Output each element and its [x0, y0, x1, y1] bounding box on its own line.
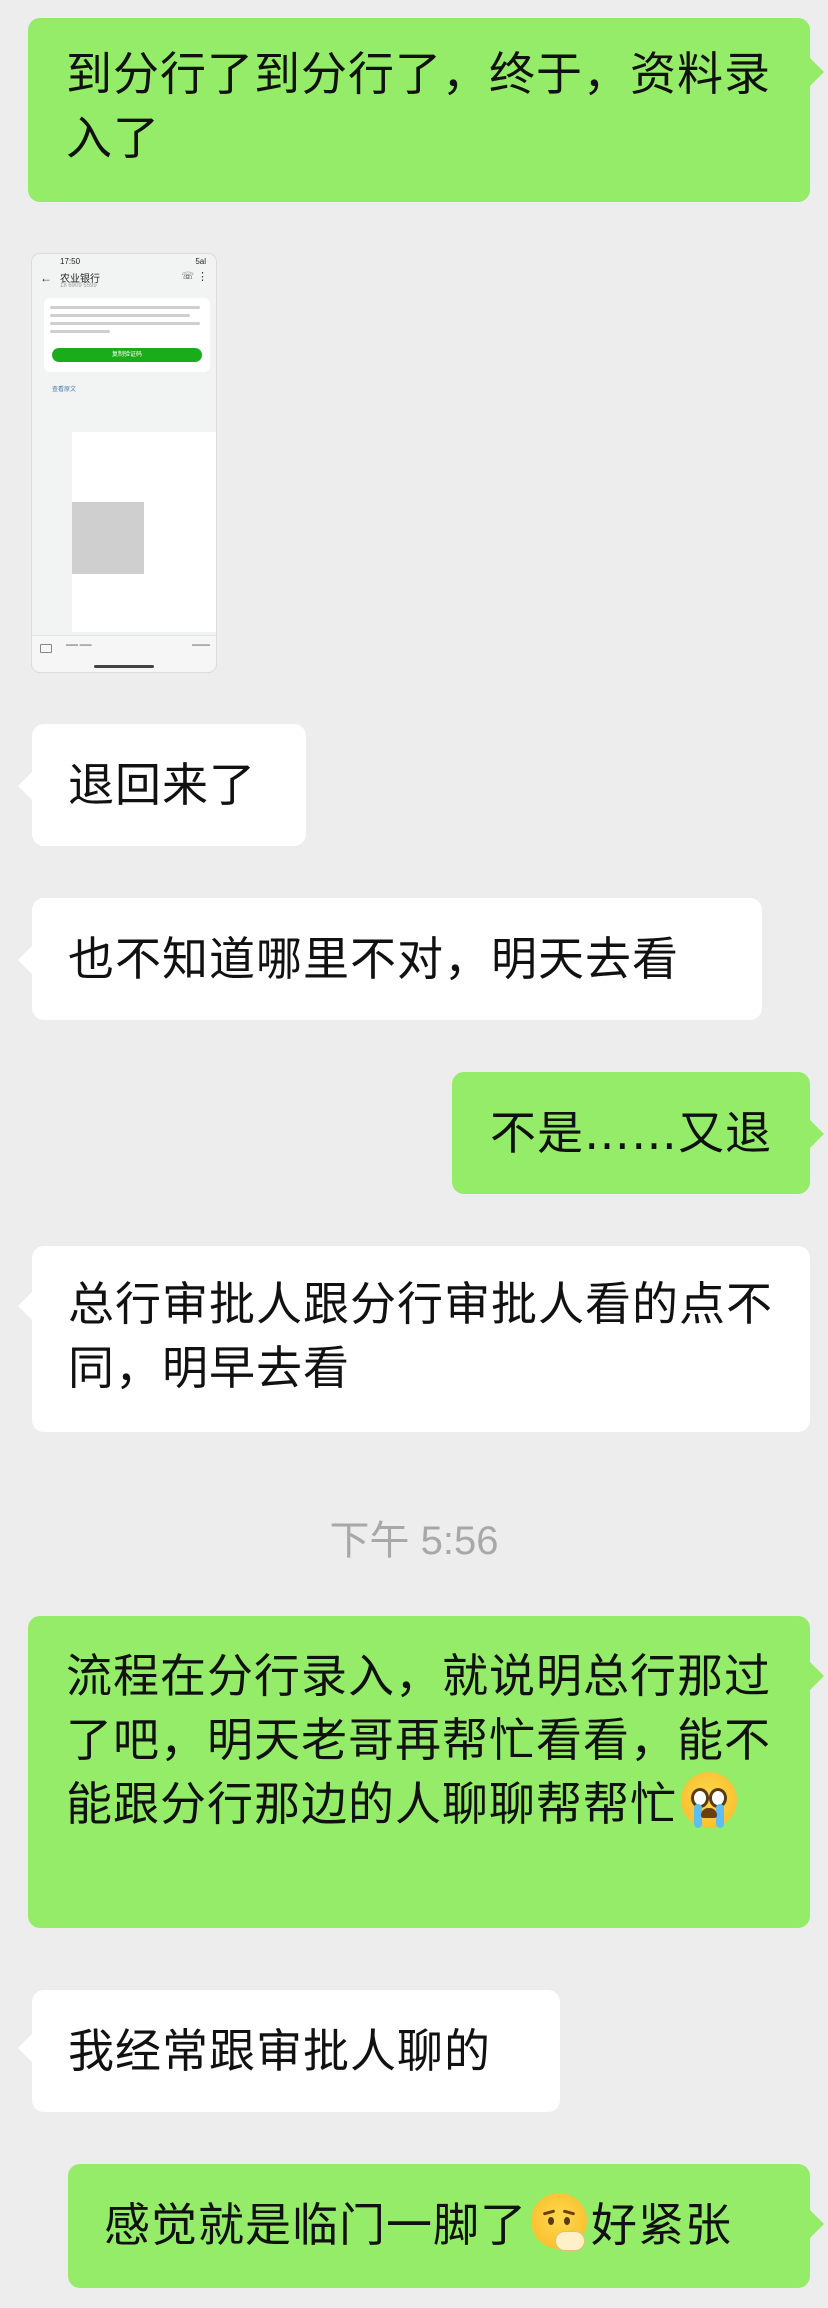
keyboard-icon [40, 644, 52, 653]
bubble-tail [18, 1292, 32, 1320]
back-arrow-icon: ← [40, 271, 52, 285]
message-text: 总行审批人跟分行审批人看的点不同，明早去看 [68, 1277, 773, 1395]
message-bubble-received[interactable]: 总行审批人跟分行审批人看的点不同，明早去看 [32, 1246, 810, 1432]
message-text: 也不知道哪里不对，明天去看 [68, 932, 679, 986]
message-text: 到分行了到分行了，终于，资料录入了 [66, 47, 771, 165]
message-bubble-sent[interactable]: 流程在分行录入，就说明总行那过了吧，明天老哥再帮忙看看，能不能跟分行那边的人聊聊… [28, 1616, 810, 1928]
message-text: 退回来了 [68, 758, 256, 812]
bubble-tail [810, 1662, 824, 1690]
thumb-input-hint: ▬▬ ▬▬ [66, 642, 92, 648]
thumb-signal: 5al [195, 257, 206, 266]
message-text: 流程在分行录入，就说明总行那过了吧，明天老哥再帮忙看看，能不能跟分行那边的人聊聊… [66, 1649, 771, 1831]
thumb-copy-button: 复制验证码 [52, 348, 202, 362]
thumb-home-indicator [94, 665, 154, 668]
more-icon: ⋮ [197, 271, 208, 283]
nervous-face-icon [531, 2193, 587, 2251]
bubble-tail [810, 1120, 824, 1148]
thumb-input-hint2: ▬▬▬ [192, 642, 210, 648]
phone-icon: ☏ [181, 271, 194, 282]
message-bubble-received[interactable]: 我经常跟审批人聊的 [32, 1990, 560, 2112]
bubble-tail [18, 946, 32, 974]
message-bubble-sent[interactable]: 感觉就是临门一脚了 好紧张 [68, 2164, 810, 2288]
thumb-grey-block [72, 502, 144, 574]
bubble-tail [810, 58, 824, 86]
message-text: 不是……又退 [490, 1106, 772, 1160]
thumb-sms-card: 复制验证码 [44, 298, 210, 372]
thumb-time: 17:50 [60, 257, 81, 266]
message-bubble-received[interactable]: 退回来了 [32, 724, 306, 846]
message-text-before: 感觉就是临门一脚了 [104, 2198, 527, 2252]
bubble-tail [810, 2210, 824, 2238]
message-bubble-received[interactable]: 也不知道哪里不对，明天去看 [32, 898, 762, 1020]
message-timestamp: 下午 5:56 [329, 1519, 499, 1563]
thumb-status-bar: 17:50 5al [32, 254, 216, 268]
message-text-after: 好紧张 [591, 2198, 732, 2252]
thumb-contact-number: 18 6909 5599 [60, 283, 97, 289]
loudly-crying-face-icon [681, 1772, 737, 1828]
message-text: 我经常跟审批人聊的 [68, 2024, 491, 2078]
thumb-header: ← 农业银行 18 6909 5599 ☏ ⋮ [32, 268, 216, 290]
bubble-tail [18, 772, 32, 800]
message-bubble-sent[interactable]: 不是……又退 [452, 1072, 810, 1194]
bubble-tail [18, 2034, 32, 2062]
thumb-view-link: 查看原文 [52, 387, 77, 393]
message-bubble-sent[interactable]: 到分行了到分行了，终于，资料录入了 [28, 18, 810, 202]
image-message[interactable]: 17:50 5al ← 农业银行 18 6909 5599 ☏ ⋮ 复制验证码 … [32, 254, 216, 672]
thumb-input-bar: ▬▬ ▬▬ ▬▬▬ [32, 635, 216, 672]
